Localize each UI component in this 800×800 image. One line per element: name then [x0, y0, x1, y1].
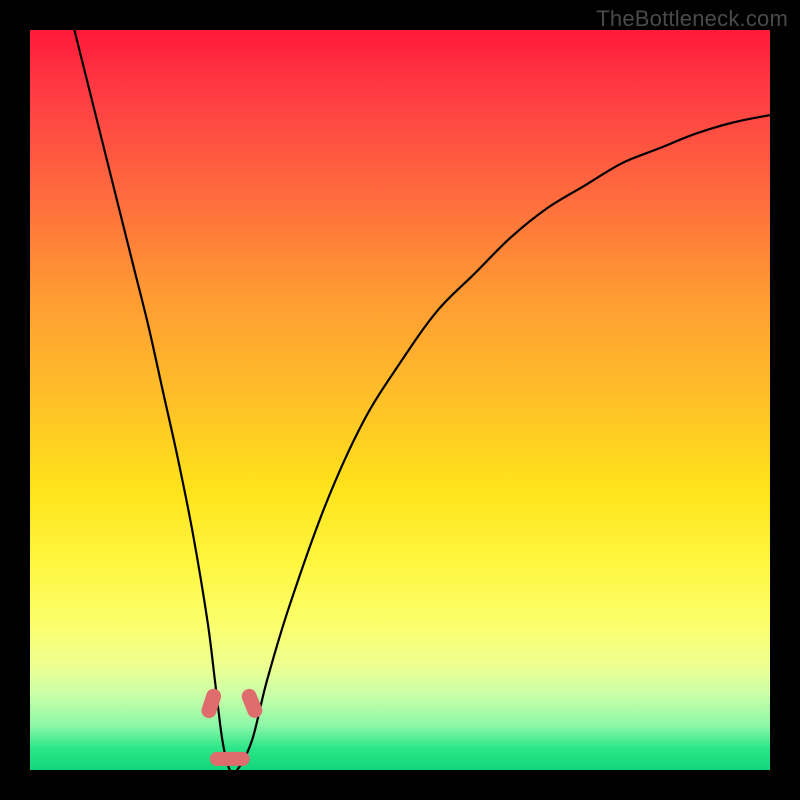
marker-bottom — [210, 752, 250, 766]
bottleneck-chart — [30, 30, 770, 770]
bottleneck-curve — [74, 30, 770, 770]
watermark-text: TheBottleneck.com — [596, 6, 788, 32]
